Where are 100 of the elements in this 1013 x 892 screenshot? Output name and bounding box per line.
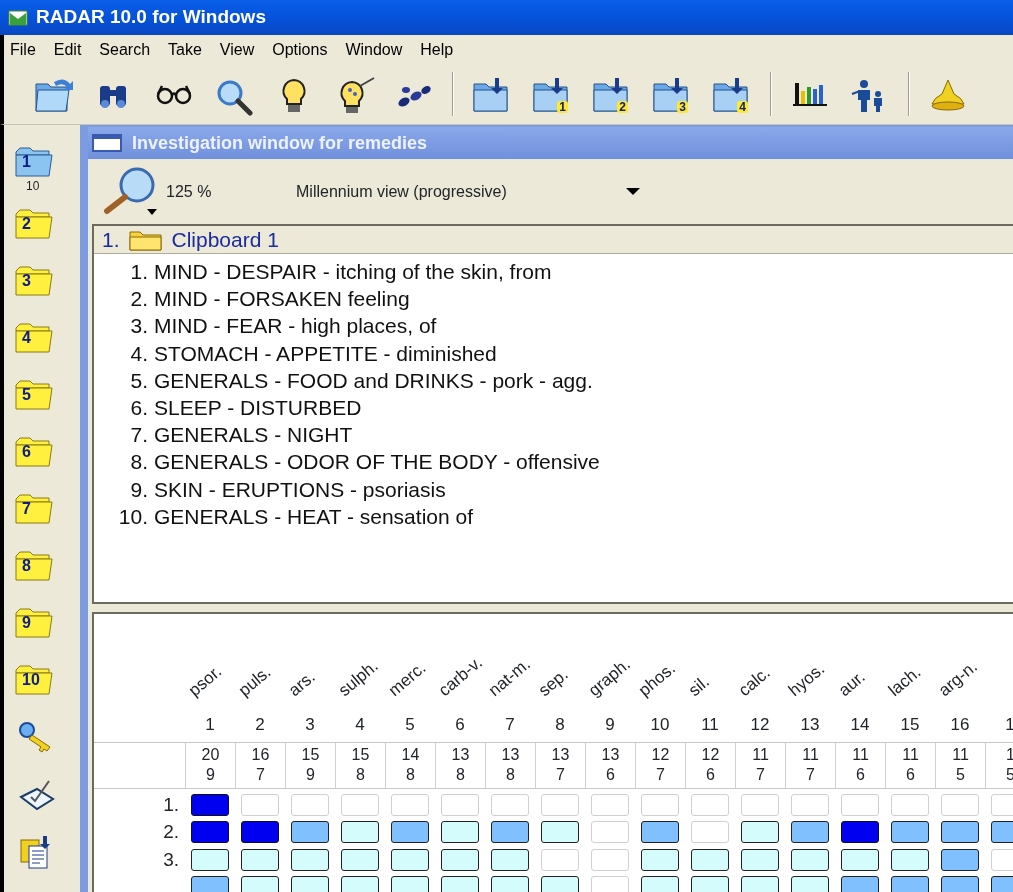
rubric-text[interactable]: SLEEP - DISTURBED xyxy=(154,394,362,422)
menu-item[interactable]: Take xyxy=(162,37,214,62)
remedy-label[interactable]: calc. xyxy=(735,663,774,700)
toolbar-button[interactable]: 4 xyxy=(704,70,760,118)
remedy-label[interactable]: hyos. xyxy=(785,660,829,700)
column-number: 14 xyxy=(849,716,871,734)
rubric-count: 8 xyxy=(355,765,366,785)
clipboard-folder-button[interactable]: 6 xyxy=(12,435,56,469)
score-value: 11 xyxy=(901,745,920,765)
toolbar-button[interactable]: 3 xyxy=(644,70,700,118)
window-title: RADAR 10.0 for Windows xyxy=(36,5,266,30)
score-value: 15 xyxy=(350,745,371,765)
rubric-count: 6 xyxy=(905,765,916,785)
remedy-label[interactable]: aur. xyxy=(835,668,869,700)
rubric-number: 9. xyxy=(129,476,149,503)
column-number: 10 xyxy=(649,716,671,734)
folder-icon xyxy=(14,436,54,468)
rubric-text[interactable]: GENERALS - ODOR OF THE BODY - offensive xyxy=(154,448,600,476)
column-number: 9 xyxy=(604,716,616,734)
folder-icon xyxy=(14,322,54,354)
score-value: 11 xyxy=(801,745,820,765)
clipboard-folder-button[interactable]: 10 xyxy=(12,663,56,697)
rubric-number: 1. xyxy=(129,259,149,285)
view-dropdown[interactable]: Millennium view (progressive) xyxy=(296,179,640,204)
score-value: 20 xyxy=(200,745,221,765)
column-number: 1 xyxy=(1004,716,1013,734)
row-number: 1. xyxy=(162,792,180,817)
remedy-label[interactable]: sep. xyxy=(535,665,572,700)
dropdown-caret-icon xyxy=(626,187,640,196)
menu-item[interactable]: Edit xyxy=(47,37,94,62)
clipboard-folder-button[interactable]: 7 xyxy=(12,492,56,526)
menu-item[interactable]: Options xyxy=(266,37,340,62)
folder-icon xyxy=(14,146,54,178)
rubric-count: 7 xyxy=(755,765,766,785)
menu-item[interactable]: Window xyxy=(339,37,415,62)
clipboard-folder-button[interactable]: 1 xyxy=(12,145,56,179)
rubric-count: 5 xyxy=(955,765,966,785)
remedy-label[interactable]: ars. xyxy=(285,668,319,700)
row-number: 3. xyxy=(162,847,180,872)
remedy-label[interactable]: lach. xyxy=(885,663,925,700)
clipboard-folder-button[interactable]: 8 xyxy=(12,549,56,583)
rubric-number: 8. xyxy=(129,449,149,476)
column-number: 7 xyxy=(504,716,516,734)
rubric-number: 4. xyxy=(129,340,149,367)
rubric-text[interactable]: GENERALS - HEAT - sensation of xyxy=(154,502,473,531)
window-icon xyxy=(92,133,122,153)
column-number: 8 xyxy=(554,716,566,734)
clipboard-folder-button[interactable]: 5 xyxy=(12,378,56,412)
toolbar-button[interactable]: 1 xyxy=(524,70,580,118)
rubric-text[interactable]: MIND - FORSAKEN feeling xyxy=(154,285,410,313)
menu-item[interactable]: View xyxy=(213,37,267,62)
rubric-count: 7 xyxy=(805,765,816,785)
clipboard-folder-button[interactable]: 9 xyxy=(12,606,56,640)
rubric-number: 3. xyxy=(129,313,149,340)
column-number: 1 xyxy=(204,716,216,734)
menu-item[interactable]: Search xyxy=(93,37,163,62)
column-number: 16 xyxy=(949,716,971,734)
remedy-label[interactable]: sil. xyxy=(685,672,713,700)
rubric-text[interactable]: GENERALS - NIGHT xyxy=(154,421,353,449)
rubric-text[interactable]: STOMACH - APPETITE - diminished xyxy=(154,339,497,367)
column-number: 3 xyxy=(304,716,316,734)
folder-icon xyxy=(14,379,54,411)
rubric-count: 8 xyxy=(505,765,516,785)
score-value: 11 xyxy=(951,745,970,765)
rubric-number: 6. xyxy=(129,395,149,421)
rubric-count: 8 xyxy=(455,765,466,785)
rubric-count: 7 xyxy=(255,765,266,785)
column-number: 5 xyxy=(404,716,416,734)
folder-icon xyxy=(14,550,54,582)
remedy-label[interactable]: puls. xyxy=(235,663,275,700)
column-number: 6 xyxy=(454,716,466,734)
rubric-text[interactable]: MIND - FEAR - high places, of xyxy=(154,312,437,340)
rubric-count: 7 xyxy=(555,765,566,785)
clipboard-folder-button[interactable]: 3 xyxy=(12,264,56,298)
column-number: 2 xyxy=(254,716,266,734)
row-number: 2. xyxy=(162,820,180,844)
app-icon xyxy=(8,9,28,26)
score-value: 13 xyxy=(550,745,571,765)
column-number: 11 xyxy=(700,716,720,734)
rubric-text[interactable]: SKIN - ERUPTIONS - psoriasis xyxy=(154,475,446,503)
column-number: 15 xyxy=(899,716,921,734)
folder-icon xyxy=(14,493,54,525)
score-value: 13 xyxy=(600,745,621,765)
menu-item[interactable]: File xyxy=(4,37,48,62)
toolbar-button[interactable]: 2 xyxy=(584,70,640,118)
rubric-count: 7 xyxy=(655,765,666,785)
rubric-count: 9 xyxy=(305,765,316,785)
score-value: 12 xyxy=(650,745,671,765)
menu-item[interactable]: Help xyxy=(414,37,466,62)
rubric-count: 6 xyxy=(855,765,866,785)
folder-icon xyxy=(14,208,54,240)
rubric-text[interactable]: GENERALS - FOOD and DRINKS - pork - agg. xyxy=(154,366,593,394)
clipboard-folder-button[interactable]: 4 xyxy=(12,321,56,355)
rubric-text[interactable]: MIND - DESPAIR - itching of the skin, from xyxy=(154,258,552,286)
score-value: 12 xyxy=(700,745,721,765)
clipboard-folder-button[interactable]: 2 xyxy=(12,207,56,241)
rubric-count: 6 xyxy=(705,765,716,785)
item-count: 10 xyxy=(26,179,41,193)
score-value: 11 xyxy=(851,745,870,765)
score-value: 15 xyxy=(300,745,321,765)
